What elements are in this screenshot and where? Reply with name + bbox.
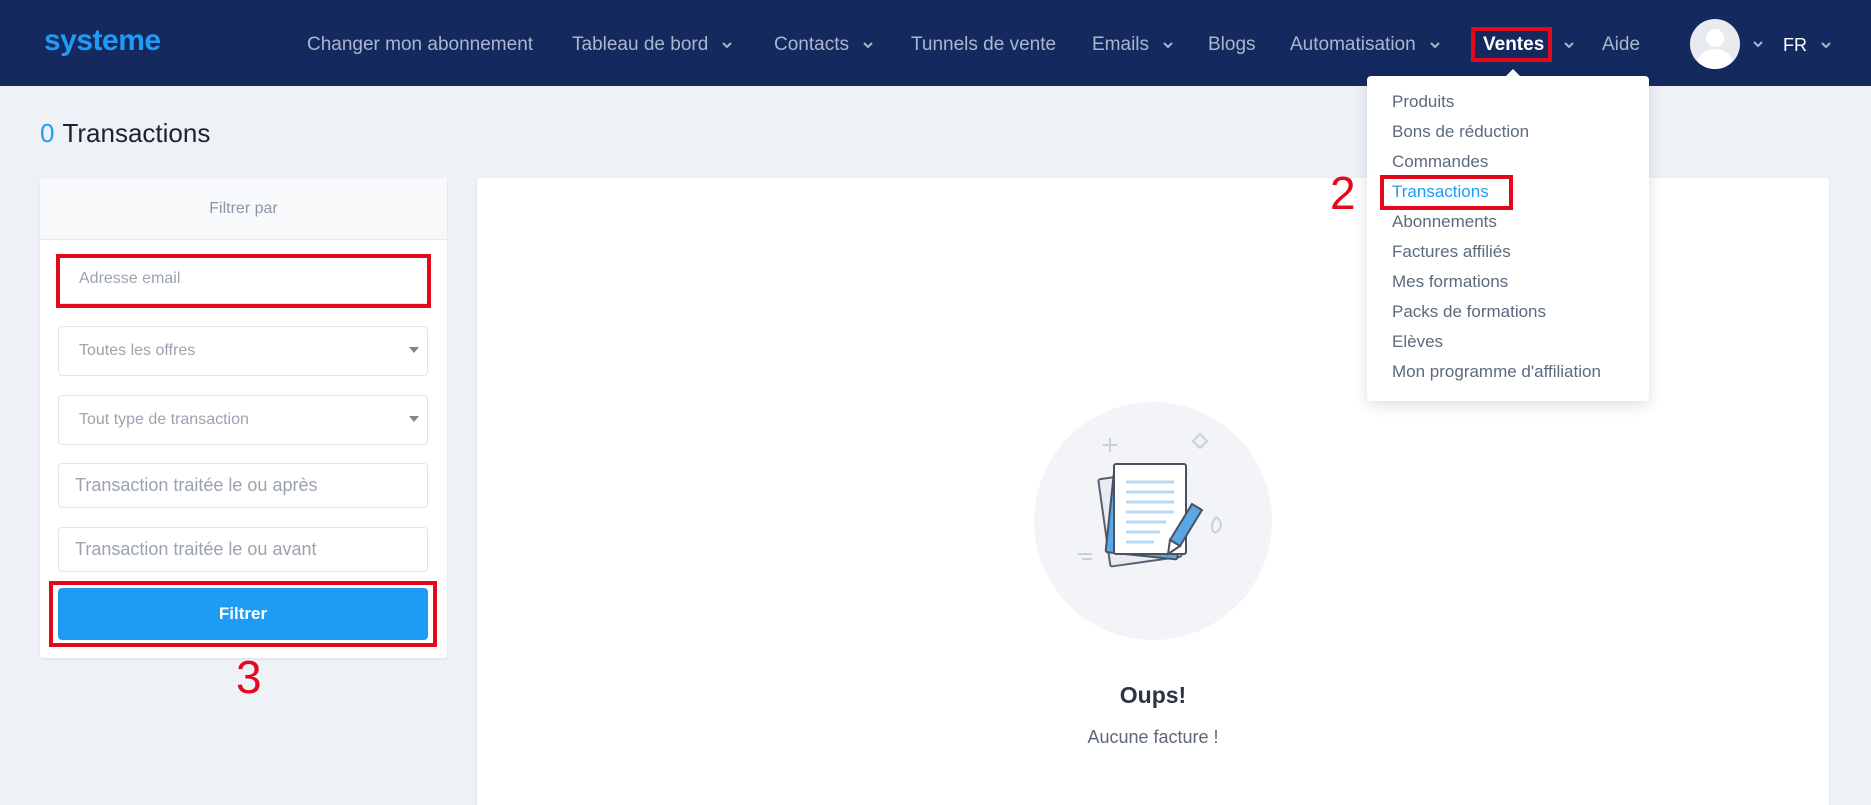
menu-item-subscriptions[interactable]: Abonnements	[1392, 212, 1497, 232]
chevron-down-icon[interactable]	[1751, 37, 1765, 51]
date-before-input[interactable]: Transaction traitée le ou avant	[58, 527, 428, 572]
user-avatar[interactable]	[1690, 19, 1740, 69]
menu-item-affiliate-invoices[interactable]: Factures affiliés	[1392, 242, 1511, 262]
empty-state-message: Aucune facture !	[1087, 727, 1219, 747]
date-after-placeholder: Transaction traitée le ou après	[75, 475, 318, 495]
menu-item-products[interactable]: Produits	[1392, 92, 1454, 112]
nav-contacts[interactable]: Contacts	[774, 33, 875, 57]
menu-item-coupons[interactable]: Bons de réduction	[1392, 122, 1529, 142]
highlight-box-filter-button	[49, 581, 437, 647]
page-title-text: Transactions	[62, 118, 211, 148]
documents-pen-icon	[1078, 432, 1222, 568]
nav-label: Tunnels de vente	[911, 34, 1057, 55]
nav-label: Aide	[1602, 34, 1641, 55]
language-label: FR	[1783, 34, 1807, 55]
offers-placeholder: Toutes les offres	[79, 342, 196, 359]
transaction-count: 0	[40, 118, 55, 148]
top-navbar: systeme Changer mon abonnement Tableau d…	[0, 0, 1871, 86]
nav-label: Tableau de bord	[572, 34, 709, 55]
date-before-placeholder: Transaction traitée le ou avant	[75, 539, 317, 559]
nav-change-subscription[interactable]: Changer mon abonnement	[307, 33, 533, 57]
highlight-box-sales	[1471, 27, 1552, 62]
empty-state-title: Oups!	[1119, 682, 1187, 708]
avatar-head-shape	[1706, 29, 1724, 47]
caret-down-icon	[409, 416, 419, 422]
chevron-down-icon	[722, 42, 732, 49]
step-number-2: 2	[1330, 167, 1356, 219]
avatar-body-shape	[1697, 49, 1733, 69]
menu-item-affiliate-program[interactable]: Mon programme d'affiliation	[1392, 362, 1601, 382]
sales-dropdown-menu: Produits Bons de réduction Commandes Tra…	[1367, 76, 1649, 401]
menu-item-students[interactable]: Elèves	[1392, 332, 1443, 352]
step-number-3: 3	[236, 651, 262, 703]
chevron-down-icon	[1821, 42, 1831, 49]
brand-logo[interactable]: systeme	[44, 24, 161, 58]
chevron-down-icon	[1564, 42, 1574, 49]
nav-label: Emails	[1092, 34, 1150, 55]
nav-blogs[interactable]: Blogs	[1208, 33, 1256, 57]
date-after-input[interactable]: Transaction traitée le ou après	[58, 463, 428, 508]
offers-select[interactable]: Toutes les offres	[58, 326, 428, 376]
transaction-type-select[interactable]: Tout type de transaction	[58, 395, 428, 445]
nav-emails[interactable]: Emails	[1092, 33, 1175, 57]
nav-label: Automatisation	[1290, 34, 1416, 55]
chevron-down-icon	[863, 42, 873, 49]
caret-down-icon	[409, 347, 419, 353]
nav-label: Changer mon abonnement	[307, 34, 534, 55]
page-title: 0 Transactions	[40, 118, 210, 149]
nav-dashboard[interactable]: Tableau de bord	[572, 33, 734, 57]
nav-automation[interactable]: Automatisation	[1290, 33, 1442, 57]
type-placeholder: Tout type de transaction	[79, 411, 249, 428]
menu-item-course-bundles[interactable]: Packs de formations	[1392, 302, 1546, 322]
language-selector[interactable]: FR	[1783, 33, 1833, 57]
chevron-down-icon	[1163, 42, 1173, 49]
chevron-down-icon	[1429, 42, 1440, 49]
nav-sales-funnels[interactable]: Tunnels de vente	[911, 33, 1056, 57]
menu-item-orders[interactable]: Commandes	[1392, 152, 1488, 172]
menu-item-my-courses[interactable]: Mes formations	[1392, 272, 1508, 292]
nav-help[interactable]: Aide	[1602, 33, 1640, 57]
empty-state-illustration	[1034, 402, 1272, 640]
nav-label: Contacts	[774, 34, 849, 55]
nav-label: Blogs	[1208, 34, 1256, 55]
highlight-box-transactions	[1380, 175, 1513, 210]
highlight-box-email	[56, 254, 431, 308]
filter-panel-heading: Filtrer par	[40, 178, 447, 240]
